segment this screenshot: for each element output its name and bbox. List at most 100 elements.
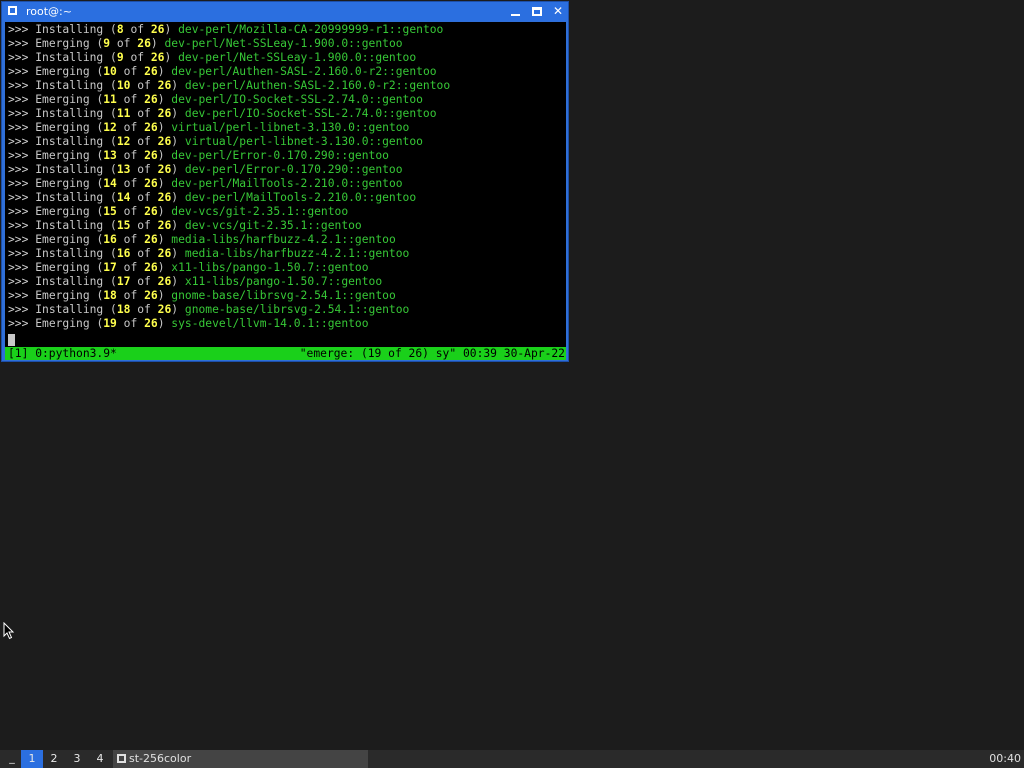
total-count: 26	[144, 121, 158, 134]
window-icon	[117, 754, 126, 763]
action-text: Installing	[35, 107, 104, 120]
current-count: 8	[116, 23, 124, 36]
package-name: dev-perl/Net-SSLeay-1.900.0::gentoo	[178, 51, 417, 64]
maximize-button[interactable]	[529, 4, 545, 19]
package-name: dev-perl/MailTools-2.210.0::gentoo	[171, 177, 403, 190]
action-text: Emerging	[35, 205, 90, 218]
package-name: dev-vcs/git-2.35.1::gentoo	[171, 205, 349, 218]
task-label: st-256color	[129, 752, 192, 765]
current-count: 9	[116, 51, 124, 64]
mouse-pointer-icon	[3, 622, 15, 640]
package-name: sys-devel/llvm-14.0.1::gentoo	[171, 317, 369, 330]
total-count: 26	[144, 149, 158, 162]
terminal-output[interactable]: >>> Installing (8 of 26) dev-perl/Mozill…	[5, 22, 566, 347]
close-button[interactable]: ✕	[550, 4, 566, 19]
current-count: 9	[103, 37, 111, 50]
prompt-marker: >>>	[8, 177, 29, 190]
current-count: 18	[103, 289, 117, 302]
terminal-line: >>> Emerging (15 of 26) dev-vcs/git-2.35…	[8, 205, 349, 218]
prompt-marker: >>>	[8, 79, 29, 92]
total-count: 26	[144, 289, 158, 302]
terminal-line: >>> Emerging (9 of 26) dev-perl/Net-SSLe…	[8, 37, 403, 50]
current-count: 16	[103, 233, 117, 246]
total-count: 26	[144, 93, 158, 106]
action-text: Installing	[35, 303, 104, 316]
total-count: 26	[150, 23, 165, 36]
current-count: 13	[116, 163, 131, 176]
action-text: Emerging	[35, 289, 90, 302]
prompt-marker: >>>	[8, 23, 29, 36]
total-count: 26	[144, 205, 158, 218]
terminal-line: >>> Emerging (11 of 26) dev-perl/IO-Sock…	[8, 93, 423, 106]
title-bar[interactable]: root@:~ ✕	[2, 2, 568, 21]
package-name: dev-perl/MailTools-2.210.0::gentoo	[184, 191, 417, 204]
terminal-line: >>> Emerging (18 of 26) gnome-base/librs…	[8, 289, 396, 302]
total-count: 26	[144, 317, 158, 330]
prompt-marker: >>>	[8, 37, 29, 50]
package-name: dev-perl/Authen-SASL-2.160.0-r2::gentoo	[184, 79, 451, 92]
action-text: Emerging	[35, 177, 90, 190]
desktop: root@:~ ✕ >>> Installing (8 of 26) dev-p…	[0, 0, 1024, 768]
action-text: Installing	[35, 135, 104, 148]
total-count: 26	[144, 65, 158, 78]
total-count: 26	[157, 219, 172, 232]
package-name: dev-perl/Net-SSLeay-1.900.0::gentoo	[164, 37, 403, 50]
window-icon[interactable]	[8, 6, 17, 15]
taskbar-task-terminal[interactable]: st-256color	[113, 750, 368, 768]
workspace-1[interactable]: 1	[21, 750, 43, 768]
package-name: dev-perl/Authen-SASL-2.160.0-r2::gentoo	[171, 65, 437, 78]
prompt-marker: >>>	[8, 219, 29, 232]
total-count: 26	[150, 51, 165, 64]
terminal-line: >>> Installing (9 of 26) dev-perl/Net-SS…	[8, 51, 417, 64]
current-count: 14	[116, 191, 131, 204]
terminal-line: >>> Emerging (13 of 26) dev-perl/Error-0…	[8, 149, 389, 162]
package-name: dev-perl/Error-0.170.290::gentoo	[184, 163, 403, 176]
prompt-marker: >>>	[8, 289, 29, 302]
terminal-line: >>> Emerging (19 of 26) sys-devel/llvm-1…	[8, 317, 369, 330]
terminal-line: >>> Emerging (12 of 26) virtual/perl-lib…	[8, 121, 410, 134]
menu-button[interactable]: _	[6, 750, 18, 768]
workspace-3[interactable]: 3	[66, 750, 88, 768]
action-text: Installing	[35, 79, 104, 92]
prompt-marker: >>>	[8, 247, 29, 260]
package-name: virtual/perl-libnet-3.130.0::gentoo	[184, 135, 423, 148]
action-text: Installing	[35, 51, 104, 64]
tmux-status-bar: [1] 0:python3.9* "emerge: (19 of 26) sy"…	[5, 347, 566, 360]
action-text: Installing	[35, 219, 104, 232]
total-count: 26	[144, 233, 158, 246]
status-window-list[interactable]: [1] 0:python3.9*	[8, 347, 117, 360]
total-count: 26	[157, 191, 172, 204]
prompt-marker: >>>	[8, 93, 29, 106]
terminal-line: >>> Emerging (17 of 26) x11-libs/pango-1…	[8, 261, 369, 274]
minimize-button[interactable]	[508, 4, 524, 19]
action-text: Installing	[35, 23, 104, 36]
package-name: gnome-base/librsvg-2.54.1::gentoo	[184, 303, 410, 316]
workspace-2[interactable]: 2	[43, 750, 65, 768]
action-text: Installing	[35, 163, 104, 176]
total-count: 26	[144, 261, 158, 274]
terminal-window[interactable]: root@:~ ✕ >>> Installing (8 of 26) dev-p…	[1, 1, 569, 362]
total-count: 26	[157, 79, 172, 92]
current-count: 11	[116, 107, 131, 120]
prompt-marker: >>>	[8, 205, 29, 218]
prompt-marker: >>>	[8, 275, 29, 288]
prompt-marker: >>>	[8, 65, 29, 78]
text-cursor	[8, 334, 15, 346]
terminal-line: >>> Installing (8 of 26) dev-perl/Mozill…	[8, 23, 444, 36]
package-name: dev-perl/Mozilla-CA-20999999-r1::gentoo	[178, 23, 444, 36]
clock: 00:40	[989, 752, 1021, 765]
prompt-marker: >>>	[8, 191, 29, 204]
taskbar: _ 1 2 3 4 st-256color 00:40	[0, 750, 1024, 768]
prompt-marker: >>>	[8, 233, 29, 246]
package-name: x11-libs/pango-1.50.7::gentoo	[171, 261, 369, 274]
prompt-marker: >>>	[8, 135, 29, 148]
current-count: 10	[116, 79, 131, 92]
total-count: 26	[157, 303, 172, 316]
package-name: dev-perl/IO-Socket-SSL-2.74.0::gentoo	[171, 93, 423, 106]
workspace-4[interactable]: 4	[89, 750, 111, 768]
total-count: 26	[137, 37, 151, 50]
terminal-line: >>> Installing (11 of 26) dev-perl/IO-So…	[8, 107, 437, 120]
prompt-marker: >>>	[8, 163, 29, 176]
prompt-marker: >>>	[8, 107, 29, 120]
current-count: 11	[103, 93, 117, 106]
